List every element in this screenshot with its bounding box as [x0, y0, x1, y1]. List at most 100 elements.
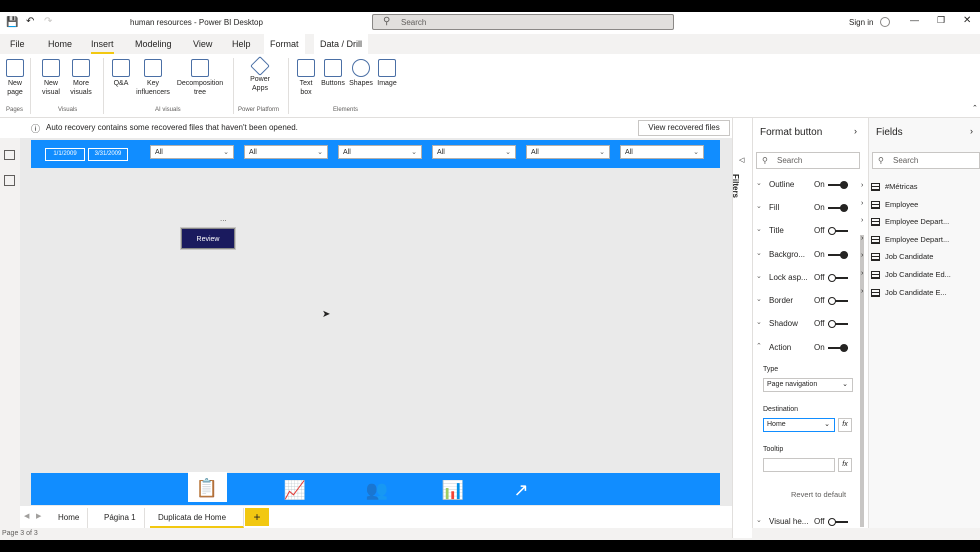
- format-search-input[interactable]: ⚲ Search: [756, 152, 860, 169]
- chevron-down-icon: ⌄: [223, 149, 229, 156]
- tab-home[interactable]: Home: [50, 508, 89, 528]
- chevron-right-icon[interactable]: ›: [854, 126, 857, 136]
- toggle-switch[interactable]: [828, 344, 848, 352]
- menu-data-drill[interactable]: Data / Drill: [314, 34, 369, 54]
- slicer-dropdown[interactable]: All ⌄: [620, 145, 704, 159]
- clipboard-icon[interactable]: 📋: [192, 476, 222, 500]
- tab-duplicata-de-home[interactable]: Duplicata de Home: [150, 508, 244, 528]
- fx-button[interactable]: fx: [838, 458, 852, 472]
- field-table-item[interactable]: › Job Candidate E...: [861, 288, 947, 297]
- format-pane-scrollbar[interactable]: [860, 235, 864, 527]
- format-row[interactable]: ⌄ Fill On: [756, 202, 856, 216]
- menu-insert[interactable]: Insert: [91, 39, 114, 54]
- toggle-switch[interactable]: [828, 320, 848, 328]
- minimize-icon[interactable]: —: [910, 15, 919, 25]
- next-page-icon[interactable]: ▶: [36, 512, 41, 520]
- fields-search-input[interactable]: ⚲ Search: [872, 152, 980, 169]
- save-icon[interactable]: 💾: [6, 17, 18, 28]
- format-row[interactable]: ⌄ Backgro... On: [756, 249, 856, 263]
- key-influencers-button[interactable]: Key influencers: [134, 59, 172, 97]
- decomposition-tree-icon: [191, 59, 209, 77]
- text-box-button[interactable]: Text box: [294, 59, 318, 97]
- more-options-icon[interactable]: ...: [220, 214, 227, 223]
- expand-filters-icon[interactable]: ◁: [739, 156, 744, 164]
- toggle-switch[interactable]: [828, 181, 848, 189]
- add-page-button[interactable]: +: [245, 508, 269, 526]
- destination-select[interactable]: Home ⌄: [763, 418, 835, 432]
- search-box[interactable]: ⚲ Search: [372, 14, 674, 30]
- format-row-label: Border: [769, 296, 794, 305]
- slicer-dropdown[interactable]: All ⌄: [526, 145, 610, 159]
- toggle-switch[interactable]: [828, 251, 848, 259]
- revert-to-default-link[interactable]: Revert to default: [791, 490, 846, 499]
- buttons-button[interactable]: Buttons: [319, 59, 347, 88]
- image-button[interactable]: Image: [375, 59, 399, 88]
- tab-pagina-1[interactable]: Página 1: [96, 508, 145, 528]
- menu-home[interactable]: Home: [48, 39, 72, 49]
- field-table-item[interactable]: › Employee Depart...: [861, 235, 949, 244]
- shapes-button[interactable]: Shapes: [347, 59, 375, 88]
- line-chart-icon[interactable]: ↗: [506, 478, 536, 502]
- date-start-input[interactable]: 1/1/2009: [45, 148, 85, 161]
- view-recovered-button[interactable]: View recovered files: [638, 120, 730, 136]
- format-row[interactable]: ⌄ Lock asp... Off: [756, 272, 856, 286]
- row-visual-header[interactable]: ⌄ Visual he... Off: [756, 516, 856, 530]
- image-icon: [378, 59, 396, 77]
- review-button[interactable]: Review: [180, 227, 236, 250]
- growth-chart-icon[interactable]: 📈: [280, 478, 310, 502]
- slicer-dropdown[interactable]: All ⌄: [244, 145, 328, 159]
- format-row[interactable]: ⌃ Action On: [756, 342, 856, 356]
- field-table-item[interactable]: › Job Candidate Ed...: [861, 270, 951, 279]
- slicer-dropdown[interactable]: All ⌄: [338, 145, 422, 159]
- table-icon: [871, 288, 880, 297]
- field-table-item[interactable]: › Employee: [861, 200, 918, 209]
- field-table-item[interactable]: › #Métricas: [861, 182, 918, 191]
- restore-icon[interactable]: ❐: [937, 15, 945, 26]
- toggle-switch[interactable]: [828, 204, 848, 212]
- power-apps-button[interactable]: Power Apps: [244, 56, 276, 93]
- undo-icon[interactable]: ↶: [26, 16, 34, 27]
- date-end-input[interactable]: 3/31/2009: [88, 148, 128, 161]
- close-icon[interactable]: ✕: [963, 15, 971, 26]
- chevron-down-icon: ⌄: [756, 517, 762, 524]
- menu-help[interactable]: Help: [232, 39, 251, 49]
- new-page-button[interactable]: New page: [2, 59, 28, 97]
- people-icon[interactable]: 👥: [362, 478, 392, 502]
- model-view-icon[interactable]: [4, 175, 15, 186]
- type-select[interactable]: Page navigation ⌄: [763, 378, 853, 392]
- decomposition-tree-button[interactable]: Decomposition tree: [174, 59, 226, 97]
- toggle-switch[interactable]: [828, 274, 848, 282]
- toggle-switch[interactable]: [828, 518, 848, 526]
- menu-modeling[interactable]: Modeling: [135, 39, 172, 49]
- bar-chart-icon[interactable]: 📊: [438, 478, 468, 502]
- format-row[interactable]: ⌄ Shadow Off: [756, 318, 856, 332]
- collapse-ribbon-icon[interactable]: ⌃: [972, 104, 978, 112]
- menu-file[interactable]: File: [10, 39, 25, 49]
- filters-label[interactable]: Filters: [731, 174, 740, 198]
- toggle-switch[interactable]: [828, 297, 848, 305]
- more-visuals-button[interactable]: More visuals: [66, 59, 96, 97]
- menu-view[interactable]: View: [193, 39, 212, 49]
- field-table-item[interactable]: › Employee Depart...: [861, 217, 949, 227]
- new-visual-button[interactable]: New visual: [38, 59, 64, 97]
- tooltip-input[interactable]: [763, 458, 835, 472]
- slicer-dropdown[interactable]: All ⌄: [432, 145, 516, 159]
- format-row[interactable]: ⌄ Border Off: [756, 295, 856, 309]
- prev-page-icon[interactable]: ◀: [24, 512, 29, 520]
- redo-icon[interactable]: ↷: [44, 16, 52, 27]
- avatar[interactable]: [880, 17, 890, 27]
- format-row[interactable]: ⌄ Title Off: [756, 225, 856, 239]
- fx-button[interactable]: fx: [838, 418, 852, 432]
- slicer-dropdown[interactable]: All ⌄: [150, 145, 234, 159]
- signin-link[interactable]: Sign in: [849, 18, 873, 27]
- chevron-down-icon: ⌄: [756, 180, 762, 187]
- data-view-icon[interactable]: [4, 150, 15, 160]
- field-table-item[interactable]: › Job Candidate: [861, 252, 933, 262]
- report-canvas[interactable]: [20, 138, 732, 510]
- toggle-switch[interactable]: [828, 227, 848, 235]
- chevron-right-icon[interactable]: ›: [970, 126, 973, 136]
- format-row[interactable]: ⌄ Outline On: [756, 179, 856, 193]
- qa-button[interactable]: Q&A: [108, 59, 134, 88]
- chevron-right-icon: ›: [861, 199, 864, 207]
- menu-format[interactable]: Format: [264, 34, 305, 54]
